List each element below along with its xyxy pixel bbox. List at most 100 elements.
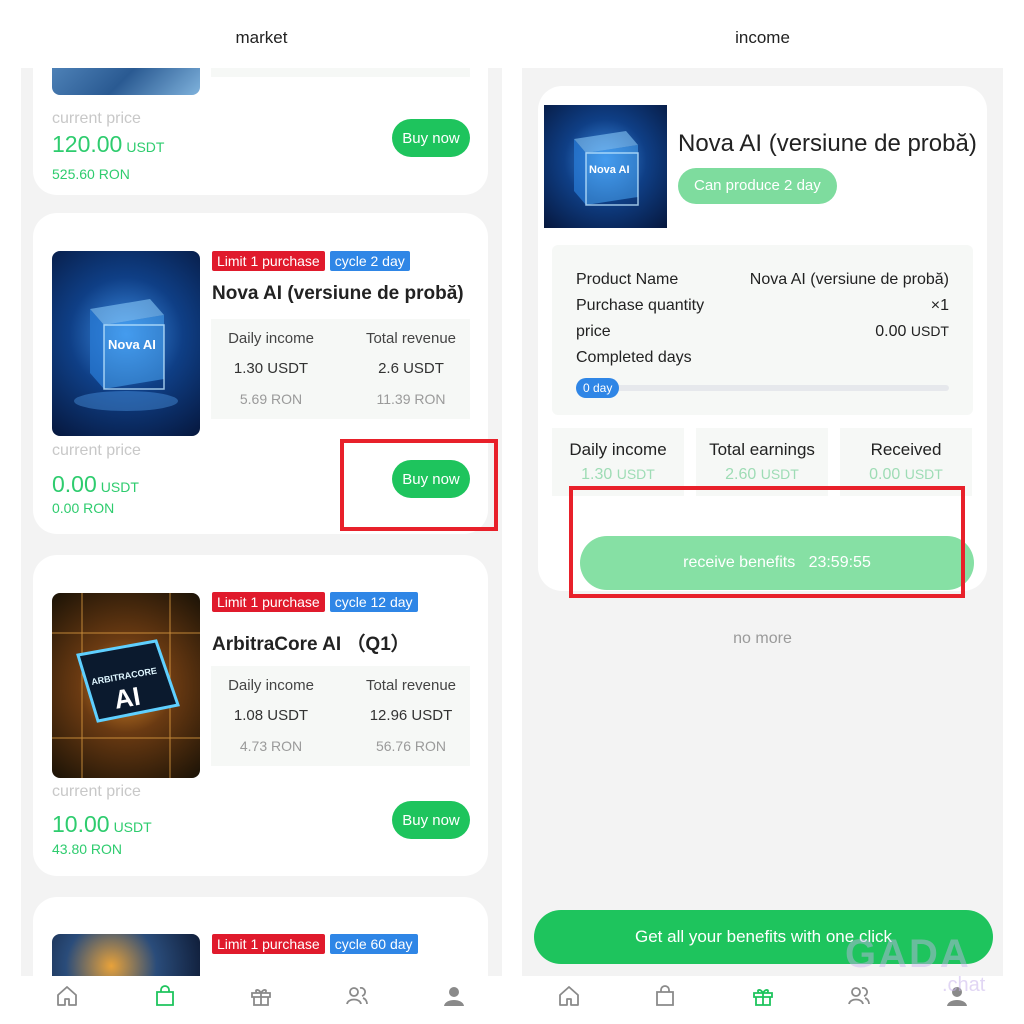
product-name-value: Nova AI (versiune de probă)	[749, 271, 949, 288]
stats-panel: Daily income 1.08 USDT 4.73 RON Total re…	[211, 666, 470, 766]
income-content: Nova AI Nova AI (versiune de probă) Can …	[522, 68, 1003, 976]
team-icon[interactable]	[847, 984, 871, 1008]
total-revenue-col: Total revenue 12.96 USDT 56.76 RON	[351, 676, 471, 766]
progress-badge: 0 day	[576, 378, 620, 398]
daily-income-label: Daily income	[228, 330, 314, 347]
current-price-label: current price	[52, 442, 141, 459]
current-price-label: current price	[52, 110, 141, 127]
product-name: Nova AI (versiune de probă)	[212, 283, 464, 304]
daily-income-label: Daily income	[228, 677, 314, 694]
income-screen: income Nova AI Nova AI (versiune de prob…	[522, 0, 1003, 1024]
no-more-text: no more	[733, 630, 792, 647]
detail-row-product-name: Product Name Nova AI (versiune de probă)	[576, 271, 949, 297]
product-image: Nova AI	[544, 105, 667, 228]
product-price-ron: 43.80 RON	[52, 841, 123, 857]
stat-value: 1.30 USDT	[581, 466, 655, 483]
quantity-value: ×1	[930, 297, 949, 314]
chip-illustration: ARBITRACORE AI	[52, 593, 200, 778]
product-image	[52, 934, 200, 976]
product-list[interactable]: current price 120.00 USDT 525.60 RON Buy …	[21, 68, 502, 976]
detail-row-price: price 0.00 USDT	[576, 323, 949, 349]
detail-row-completed: Completed days	[576, 349, 949, 375]
product-image	[52, 68, 200, 95]
cycle-tag: cycle 12 day	[329, 592, 418, 612]
stats-panel	[211, 68, 470, 77]
bag-icon[interactable]	[653, 984, 677, 1008]
completed-days-label: Completed days	[576, 349, 692, 366]
highlight-box	[340, 439, 498, 531]
limit-tag: Limit 1 purchase	[212, 251, 325, 271]
total-revenue-ron: 56.76 RON	[375, 738, 447, 754]
total-revenue-value: 2.6 USDT	[378, 360, 444, 377]
product-title: Nova AI (versiune de probă)	[678, 130, 977, 157]
svg-text:Nova AI: Nova AI	[108, 337, 156, 352]
total-revenue-col: Total revenue 2.6 USDT 11.39 RON	[351, 329, 471, 419]
product-price-ron: 525.60 RON	[52, 166, 130, 182]
daily-income-ron: 4.73 RON	[239, 738, 303, 754]
can-produce-badge: Can produce 2 day	[678, 168, 837, 204]
price-value: 0.00 USDT	[875, 323, 949, 340]
cube-illustration: Nova AI	[74, 299, 178, 411]
market-screen: market current price 120.00 USDT 525.60 R…	[21, 0, 502, 1024]
detail-row-quantity: Purchase quantity ×1	[576, 297, 949, 323]
price-label: price	[576, 323, 611, 340]
profile-icon[interactable]	[442, 984, 466, 1008]
limit-tag: Limit 1 purchase	[212, 934, 325, 954]
limit-tag: Limit 1 purchase	[212, 592, 325, 612]
stat-label: Received	[870, 440, 942, 459]
product-card-arbitracore: ARBITRACORE AI Limit 1 purchase cycle 12…	[33, 555, 488, 876]
product-image: Nova AI	[52, 251, 200, 436]
screenshot-composite: market current price 120.00 USDT 525.60 R…	[0, 0, 1024, 1024]
page-title: market	[21, 0, 502, 68]
total-revenue-value: 12.96 USDT	[369, 707, 453, 724]
tag-row: Limit 1 purchase cycle 60 day	[212, 934, 418, 954]
daily-income-value: 1.30 USDT	[233, 360, 309, 377]
product-name: ArbitraCore AI （Q1）	[212, 634, 410, 655]
daily-income-col: Daily income 1.08 USDT 4.73 RON	[211, 676, 331, 766]
cycle-tag: cycle 2 day	[329, 251, 410, 271]
product-price: 120.00 USDT	[52, 131, 165, 157]
cube-illustration: Nova AI	[574, 131, 639, 206]
stat-label: Total earnings	[709, 440, 815, 459]
stat-label: Daily income	[569, 440, 667, 459]
tag-row: Limit 1 purchase cycle 2 day	[212, 251, 410, 271]
bag-icon[interactable]	[153, 984, 177, 1008]
stat-value: 0.00 USDT	[869, 466, 943, 483]
page-title: income	[522, 0, 1003, 68]
bottom-nav	[21, 976, 502, 1024]
daily-income-ron: 5.69 RON	[239, 391, 303, 407]
svg-text:AI: AI	[112, 681, 143, 715]
stat-value: 2.60 USDT	[725, 466, 799, 483]
product-card: current price 120.00 USDT 525.60 RON Buy …	[33, 68, 488, 195]
watermark-text: GADA	[845, 932, 971, 976]
svg-text:Nova AI: Nova AI	[589, 164, 630, 176]
product-name-label: Product Name	[576, 271, 679, 288]
product-price-ron: 0.00 RON	[52, 500, 115, 516]
watermark-subtext: .chat	[942, 974, 986, 996]
progress-bar: 0 day	[576, 378, 949, 398]
highlight-box	[569, 486, 965, 598]
product-image: ARBITRACORE AI	[52, 593, 200, 778]
product-card: Limit 1 purchase cycle 60 day	[33, 897, 488, 976]
current-price-label: current price	[52, 783, 141, 800]
tag-row: Limit 1 purchase cycle 12 day	[212, 592, 418, 612]
daily-income-col: Daily income 1.30 USDT 5.69 RON	[211, 329, 331, 419]
bottom-nav	[522, 976, 1003, 1024]
buy-now-button[interactable]: Buy now	[392, 801, 470, 839]
order-details: Product Name Nova AI (versiune de probă)…	[552, 245, 973, 415]
home-icon[interactable]	[55, 984, 79, 1008]
quantity-label: Purchase quantity	[576, 297, 705, 314]
cycle-tag: cycle 60 day	[329, 934, 418, 954]
total-revenue-ron: 11.39 RON	[376, 391, 446, 407]
gift-icon[interactable]	[751, 984, 775, 1008]
daily-income-value: 1.08 USDT	[233, 707, 309, 724]
stats-panel: Daily income 1.30 USDT 5.69 RON Total re…	[211, 319, 470, 419]
team-icon[interactable]	[345, 984, 369, 1008]
product-price: 0.00 USDT	[52, 471, 139, 497]
home-icon[interactable]	[557, 984, 581, 1008]
total-revenue-label: Total revenue	[365, 677, 457, 694]
total-revenue-label: Total revenue	[365, 330, 457, 347]
buy-now-button[interactable]: Buy now	[392, 119, 470, 157]
product-price: 10.00 USDT	[52, 811, 152, 837]
gift-icon[interactable]	[249, 984, 273, 1008]
